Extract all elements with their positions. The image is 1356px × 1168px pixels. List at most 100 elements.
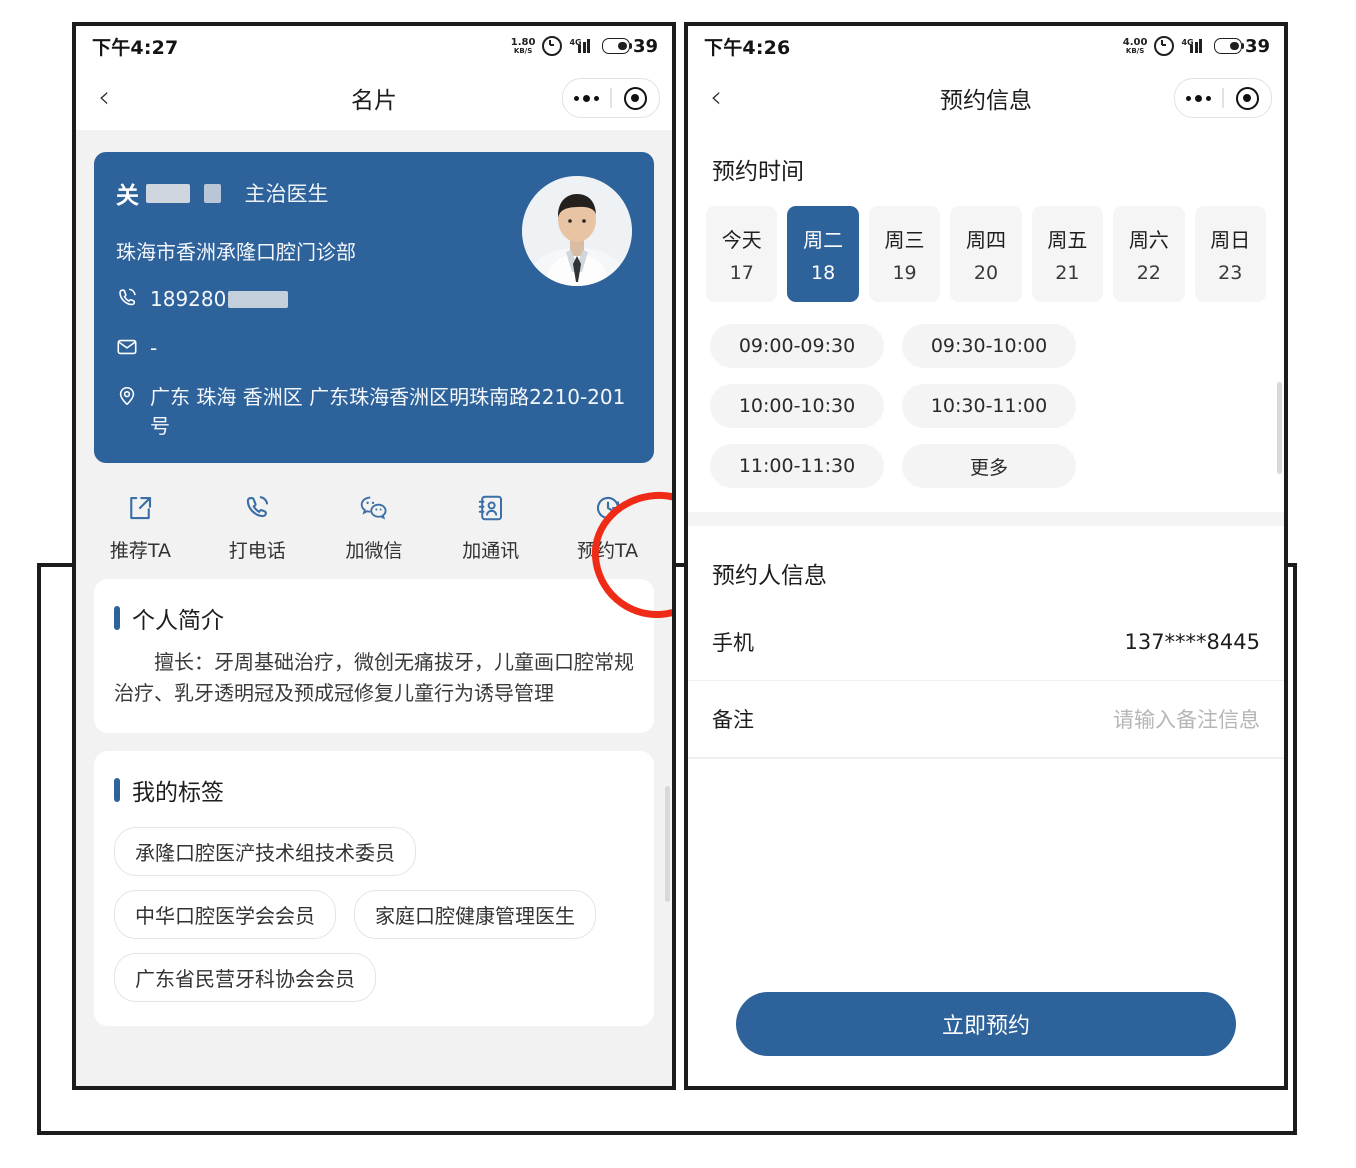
action-row: 推荐TA 打电话 加微信 加通讯 预约TA xyxy=(76,485,672,579)
intro-heading: 个人简介 xyxy=(132,608,224,634)
field-row-phone[interactable]: 手机 137****8445 xyxy=(688,604,1284,681)
divider xyxy=(688,757,1284,759)
tags-heading-row: 我的标签 xyxy=(114,773,634,807)
time-slot[interactable]: 11:00-11:30 xyxy=(710,444,884,488)
action-call[interactable]: 打电话 xyxy=(199,491,316,563)
date-weekday: 周三 xyxy=(884,228,925,252)
network-speed-indicator: 4.00 KB/S xyxy=(1123,37,1148,55)
time-slot-list: 09:00-09:30 09:30-10:00 10:00-10:30 10:3… xyxy=(688,302,1284,512)
avatar xyxy=(522,176,632,286)
remark-input-placeholder[interactable]: 请输入备注信息 xyxy=(1113,704,1260,734)
battery-indicator: 39 xyxy=(601,36,658,57)
network-speed-indicator: 1.80 KB/S xyxy=(510,36,536,55)
miniprogram-capsule xyxy=(1174,78,1272,118)
status-icons: 1.80 KB/S 4G 39 xyxy=(511,36,658,57)
action-label: 加通讯 xyxy=(462,540,520,562)
battery-percent: 39 xyxy=(1244,35,1270,57)
intro-heading-row: 个人简介 xyxy=(114,601,634,635)
action-label: 打电话 xyxy=(228,540,286,562)
date-weekday: 周四 xyxy=(965,228,1006,252)
share-icon xyxy=(125,491,155,525)
tags-heading: 我的标签 xyxy=(132,780,224,806)
time-slot[interactable]: 09:00-09:30 xyxy=(710,324,884,368)
date-day: 23 xyxy=(1218,262,1243,284)
time-slot[interactable]: 10:30-11:00 xyxy=(902,384,1076,428)
network-speed-unit: KB/S xyxy=(1125,46,1145,55)
card-email-row[interactable]: - xyxy=(116,334,632,363)
left-content: 关 主治医生 珠海市香洲承隆口腔门诊部 189280 - 广东 珠海 香洲区 广… xyxy=(76,130,672,1086)
time-slot[interactable]: 09:30-10:00 xyxy=(902,324,1076,368)
battery-icon xyxy=(601,38,633,54)
signal-bars-icon: 4G xyxy=(569,38,595,53)
booker-info-heading: 预约人信息 xyxy=(712,563,827,589)
list-item[interactable]: 承隆口腔医浐技术组技术委员 xyxy=(114,827,416,876)
action-book-appointment[interactable]: 预约TA xyxy=(549,491,666,563)
alarm-clock-icon xyxy=(1154,36,1175,56)
date-weekday: 周五 xyxy=(1047,228,1088,252)
redaction-block xyxy=(145,183,190,203)
date-chip[interactable]: 周日 23 xyxy=(1194,206,1266,302)
redaction-block xyxy=(203,183,221,203)
date-weekday: 周二 xyxy=(803,228,844,252)
action-label: 预约TA xyxy=(577,540,639,562)
nav-bar-right: ‹ 预约信息 xyxy=(688,66,1284,130)
time-slot-more[interactable]: 更多 xyxy=(902,444,1076,488)
network-speed-value: 1.80 xyxy=(510,36,536,48)
close-target-icon[interactable] xyxy=(1224,86,1271,110)
date-chip[interactable]: 周六 22 xyxy=(1113,206,1185,302)
envelope-icon xyxy=(116,334,150,358)
time-slot[interactable]: 10:00-10:30 xyxy=(710,384,884,428)
date-day: 19 xyxy=(892,262,917,284)
date-chip[interactable]: 周三 19 xyxy=(868,206,941,302)
doctor-job-title: 主治医生 xyxy=(244,182,329,206)
location-pin-icon xyxy=(116,383,150,407)
alarm-clock-icon xyxy=(542,36,563,56)
more-menu-icon[interactable] xyxy=(1175,94,1222,102)
action-add-contact[interactable]: 加通讯 xyxy=(432,491,549,563)
submit-button[interactable]: 立即预约 xyxy=(736,992,1236,1056)
date-chip[interactable]: 今天 17 xyxy=(706,206,778,302)
network-type-label: 4G xyxy=(1181,38,1194,47)
more-menu-icon[interactable] xyxy=(563,94,610,102)
wechat-icon xyxy=(358,491,390,525)
scrollbar-thumb[interactable] xyxy=(1277,382,1282,474)
action-label: 加微信 xyxy=(345,540,403,562)
card-phone-row[interactable]: 189280 xyxy=(116,285,632,314)
section-accent-bar xyxy=(114,778,120,802)
status-icons: 4.00 KB/S 4G 39 xyxy=(1123,36,1270,57)
list-item[interactable]: 中华口腔医学会会员 xyxy=(114,890,336,939)
date-day: 17 xyxy=(729,262,754,284)
contacts-icon xyxy=(476,491,506,525)
card-phone-text: 189280 xyxy=(150,285,632,314)
scrollbar-thumb[interactable] xyxy=(665,786,670,902)
date-weekday: 今天 xyxy=(721,228,762,252)
battery-indicator: 39 xyxy=(1213,35,1270,57)
status-bar-right: 下午4:26 4.00 KB/S 4G 39 xyxy=(688,26,1284,66)
date-chip[interactable]: 周四 20 xyxy=(950,206,1022,302)
left-screen: 下午4:27 1.80 KB/S 4G 39 ‹ 名片 关 主治医生 珠海市香洲… xyxy=(76,26,672,1086)
chevron-left-icon[interactable]: ‹ xyxy=(710,83,744,113)
action-recommend[interactable]: 推荐TA xyxy=(82,491,199,563)
clock-icon xyxy=(593,491,623,525)
status-time: 下午4:26 xyxy=(704,36,791,59)
nav-bar-left: ‹ 名片 xyxy=(76,66,672,130)
action-add-wechat[interactable]: 加微信 xyxy=(316,491,433,563)
tags-card: 我的标签 承隆口腔医浐技术组技术委员 中华口腔医学会会员 家庭口腔健康管理医生 … xyxy=(94,751,654,1026)
card-address-row[interactable]: 广东 珠海 香洲区 广东珠海香洲区明珠南路2210-201号 xyxy=(116,383,632,441)
field-label: 手机 xyxy=(712,631,754,655)
date-chip[interactable]: 周五 21 xyxy=(1031,206,1104,302)
list-item[interactable]: 广东省民营牙科协会会员 xyxy=(114,953,376,1002)
section-accent-bar xyxy=(114,606,120,630)
field-row-remark[interactable]: 备注 请输入备注信息 xyxy=(688,681,1284,757)
date-day: 18 xyxy=(811,262,836,284)
phone-screenshot-right: 下午4:26 4.00 KB/S 4G 39 ‹ 预约信息 预约时间 今天 17… xyxy=(684,22,1288,1090)
date-weekday: 周六 xyxy=(1128,228,1169,252)
miniprogram-capsule xyxy=(562,78,660,118)
intro-text: 擅长：牙周基础治疗，微创无痛拔牙，儿童画口腔常规治疗、乳牙透明冠及预成冠修复儿童… xyxy=(114,650,634,705)
network-speed-unit: KB/S xyxy=(513,46,533,55)
list-item[interactable]: 家庭口腔健康管理医生 xyxy=(354,890,596,939)
date-day: 22 xyxy=(1136,262,1161,284)
close-target-icon[interactable] xyxy=(612,86,659,110)
date-chip-selected[interactable]: 周二 18 xyxy=(787,206,859,302)
chevron-left-icon[interactable]: ‹ xyxy=(98,83,132,113)
